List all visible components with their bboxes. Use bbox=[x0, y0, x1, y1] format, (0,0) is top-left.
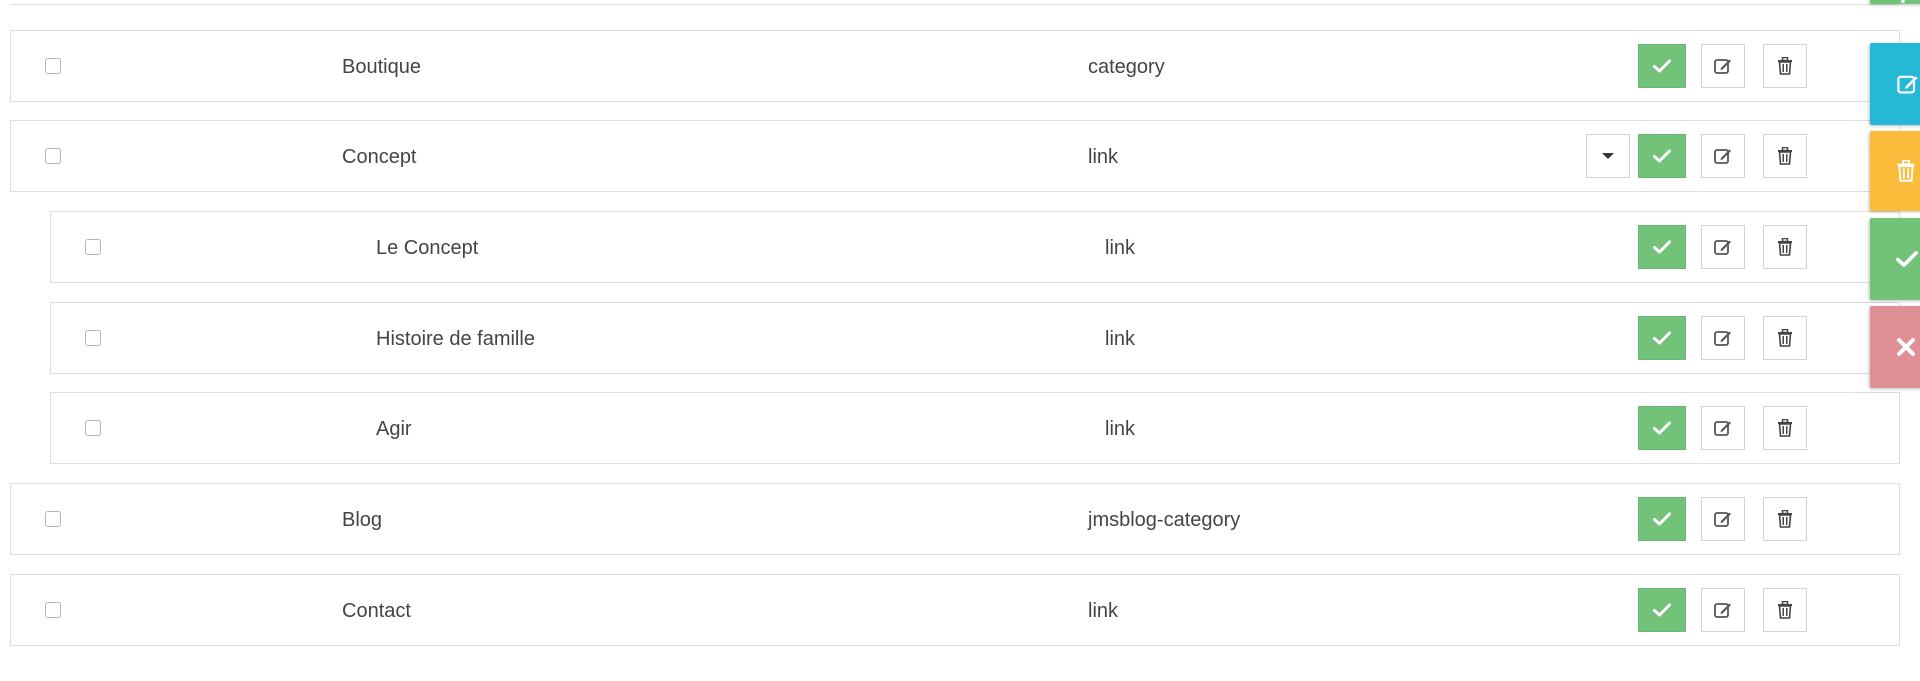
caret-down-icon bbox=[1602, 153, 1614, 159]
row-checkbox[interactable] bbox=[45, 511, 61, 527]
check-icon bbox=[1653, 421, 1671, 435]
row-checkbox[interactable] bbox=[85, 239, 101, 255]
edit-button[interactable] bbox=[1701, 134, 1745, 178]
trash-icon bbox=[1897, 160, 1915, 182]
edit-button[interactable] bbox=[1701, 44, 1745, 88]
status-toggle-button[interactable] bbox=[1638, 134, 1686, 178]
trash-icon bbox=[1778, 57, 1792, 75]
trash-icon bbox=[1778, 147, 1792, 165]
pencil-square-icon bbox=[1897, 75, 1918, 94]
row-title: Contact bbox=[342, 600, 411, 622]
side-edit-button[interactable] bbox=[1870, 43, 1920, 125]
trash-icon bbox=[1778, 510, 1792, 528]
side-enable-button[interactable] bbox=[1870, 218, 1920, 300]
table-row: Le Concept link bbox=[50, 211, 1900, 283]
edit-button[interactable] bbox=[1701, 497, 1745, 541]
check-icon bbox=[1653, 512, 1671, 526]
side-delete-button[interactable] bbox=[1870, 131, 1920, 211]
table-row: Boutique category bbox=[10, 30, 1900, 102]
menu-list: Boutique category Concept link Le Concep… bbox=[0, 0, 1920, 681]
status-toggle-button[interactable] bbox=[1638, 44, 1686, 88]
pencil-square-icon bbox=[1714, 421, 1731, 436]
status-toggle-button[interactable] bbox=[1638, 406, 1686, 450]
row-checkbox[interactable] bbox=[85, 420, 101, 436]
row-checkbox[interactable] bbox=[85, 330, 101, 346]
plus-icon bbox=[1901, 0, 1905, 3]
delete-button[interactable] bbox=[1763, 225, 1807, 269]
delete-button[interactable] bbox=[1763, 44, 1807, 88]
row-type: link bbox=[1088, 146, 1119, 168]
check-icon bbox=[1653, 603, 1671, 617]
pencil-square-icon bbox=[1714, 603, 1731, 618]
delete-button[interactable] bbox=[1763, 316, 1807, 360]
trash-icon bbox=[1778, 329, 1792, 347]
x-icon bbox=[1897, 338, 1915, 356]
row-checkbox[interactable] bbox=[45, 602, 61, 618]
status-toggle-button[interactable] bbox=[1638, 588, 1686, 632]
row-checkbox[interactable] bbox=[45, 148, 61, 164]
row-type: link bbox=[1105, 418, 1136, 440]
status-toggle-button[interactable] bbox=[1638, 316, 1686, 360]
check-icon bbox=[1653, 240, 1671, 254]
edit-button[interactable] bbox=[1701, 316, 1745, 360]
edit-button[interactable] bbox=[1701, 406, 1745, 450]
trash-icon bbox=[1778, 601, 1792, 619]
side-disable-button[interactable] bbox=[1870, 306, 1920, 388]
pencil-square-icon bbox=[1714, 59, 1731, 74]
edit-button[interactable] bbox=[1701, 588, 1745, 632]
pencil-square-icon bbox=[1714, 149, 1731, 164]
delete-button[interactable] bbox=[1763, 497, 1807, 541]
row-title: Concept bbox=[342, 146, 417, 168]
table-row: Blog jmsblog-category bbox=[10, 483, 1900, 555]
delete-button[interactable] bbox=[1763, 406, 1807, 450]
row-title: Agir bbox=[376, 418, 412, 440]
row-type: link bbox=[1105, 328, 1136, 350]
status-toggle-button[interactable] bbox=[1638, 497, 1686, 541]
pencil-square-icon bbox=[1714, 512, 1731, 527]
table-row: Contact link bbox=[10, 574, 1900, 646]
check-icon bbox=[1896, 251, 1918, 267]
check-icon bbox=[1653, 331, 1671, 345]
row-type: link bbox=[1105, 237, 1136, 259]
list-top-divider bbox=[10, 0, 1898, 5]
row-title: Le Concept bbox=[376, 237, 479, 259]
row-type: link bbox=[1088, 600, 1119, 622]
pencil-square-icon bbox=[1714, 331, 1731, 346]
check-icon bbox=[1653, 149, 1671, 163]
delete-button[interactable] bbox=[1763, 588, 1807, 632]
row-title: Boutique bbox=[342, 56, 421, 78]
table-row: Concept link bbox=[10, 120, 1900, 192]
trash-icon bbox=[1778, 419, 1792, 437]
trash-icon bbox=[1778, 238, 1792, 256]
table-row: Histoire de famille link bbox=[50, 302, 1900, 374]
row-title: Histoire de famille bbox=[376, 328, 535, 350]
check-icon bbox=[1653, 59, 1671, 73]
delete-button[interactable] bbox=[1763, 134, 1807, 178]
side-add-button[interactable] bbox=[1870, 0, 1920, 4]
row-type: category bbox=[1088, 56, 1165, 78]
pencil-square-icon bbox=[1714, 240, 1731, 255]
expand-children-button[interactable] bbox=[1586, 134, 1630, 178]
table-row: Agir link bbox=[50, 392, 1900, 464]
status-toggle-button[interactable] bbox=[1638, 225, 1686, 269]
row-title: Blog bbox=[342, 509, 383, 531]
row-type: jmsblog-category bbox=[1088, 509, 1241, 531]
row-checkbox[interactable] bbox=[45, 58, 61, 74]
edit-button[interactable] bbox=[1701, 225, 1745, 269]
